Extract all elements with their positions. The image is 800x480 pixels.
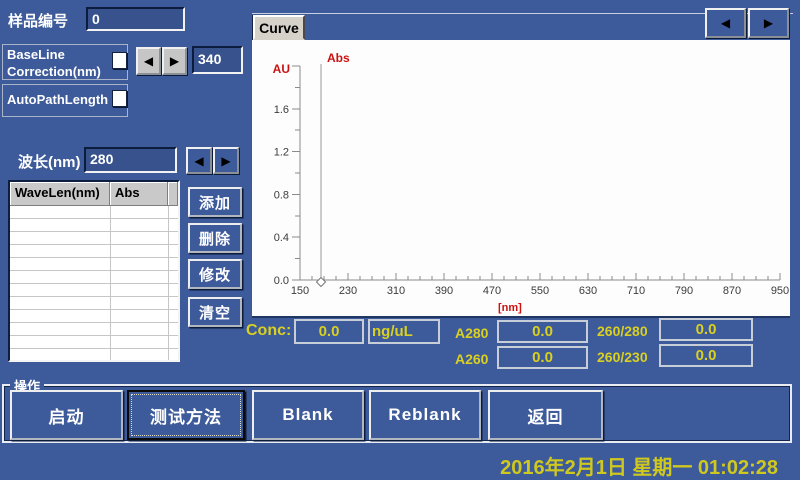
test-method-button[interactable]: 测试方法 <box>127 390 245 440</box>
baseline-increase-button[interactable]: ▶ <box>162 47 187 75</box>
sample-number-input[interactable]: 0 <box>86 7 185 31</box>
ratio-260-280-label: 260/280 <box>597 323 648 339</box>
autopathlength-labelbox: AutoPathLength <box>2 84 128 117</box>
clear-button[interactable]: 清空 <box>188 297 242 327</box>
ratio-260-230-label: 260/230 <box>597 349 648 365</box>
curve-chart: 0.0 0.4 0.8 1.2 1.6 150 230 310 390 470 550 630 710 7… <box>252 40 790 316</box>
left-arrow-icon: ◀ <box>144 55 153 67</box>
baseline-correction-checkbox[interactable] <box>112 52 127 69</box>
svg-text:310: 310 <box>387 285 405 297</box>
autopathlength-label: AutoPathLength <box>7 92 108 107</box>
svg-text:0.4: 0.4 <box>274 232 289 244</box>
svg-text:790: 790 <box>675 285 693 297</box>
sample-number-label: 样品编号 <box>8 10 68 31</box>
tab-scroll-right-button[interactable]: ▶ <box>748 8 789 38</box>
ratio-260-280-value: 0.0 <box>659 318 753 341</box>
add-button[interactable]: 添加 <box>188 187 242 217</box>
svg-text:630: 630 <box>579 285 597 297</box>
svg-text:870: 870 <box>723 285 741 297</box>
baseline-correction-label-line2: Correction(nm) <box>7 63 127 80</box>
reblank-button[interactable]: Reblank <box>369 390 481 440</box>
baseline-decrease-button[interactable]: ◀ <box>136 47 161 75</box>
wavelength-increase-button[interactable]: ▶ <box>213 147 239 174</box>
wavelength-table[interactable]: WaveLen(nm) Abs <box>8 180 180 362</box>
a280-value: 0.0 <box>497 320 588 343</box>
left-arrow-icon: ◀ <box>194 155 203 167</box>
column-header-abs: Abs <box>110 182 168 206</box>
autopathlength-checkbox[interactable] <box>112 90 127 107</box>
right-arrow-icon: ▶ <box>170 55 179 67</box>
column-header-wavelen: WaveLen(nm) <box>10 182 110 206</box>
svg-text:230: 230 <box>339 285 357 297</box>
svg-text:150: 150 <box>291 285 309 297</box>
svg-text:[nm]: [nm] <box>498 302 522 314</box>
table-column-divider <box>110 206 111 360</box>
table-column-divider <box>168 206 169 360</box>
wavelength-input[interactable]: 280 <box>84 147 177 173</box>
return-button[interactable]: 返回 <box>488 390 603 440</box>
column-header-spacer <box>168 182 178 206</box>
conc-label: Conc: <box>246 322 291 340</box>
baseline-value-input[interactable]: 340 <box>192 46 243 74</box>
svg-text:0.8: 0.8 <box>274 189 289 201</box>
wavelength-decrease-button[interactable]: ◀ <box>186 147 212 174</box>
svg-text:AU: AU <box>273 62 290 76</box>
ratio-260-230-value: 0.0 <box>659 344 753 367</box>
blank-button[interactable]: Blank <box>252 390 364 440</box>
tab-curve[interactable]: Curve <box>253 15 305 40</box>
svg-text:710: 710 <box>627 285 645 297</box>
modify-button[interactable]: 修改 <box>188 259 242 289</box>
right-arrow-icon: ▶ <box>764 17 773 29</box>
svg-text:390: 390 <box>435 285 453 297</box>
a260-label: A260 <box>455 351 488 367</box>
svg-text:950: 950 <box>771 285 789 297</box>
conc-value: 0.0 <box>294 319 364 344</box>
datetime-display: 2016年2月1日 星期一 01:02:28 <box>500 451 778 480</box>
left-arrow-icon: ◀ <box>721 17 730 29</box>
conc-unit[interactable]: ng/uL <box>368 319 440 344</box>
baseline-correction-label-line1: BaseLine <box>7 46 127 63</box>
delete-button[interactable]: 删除 <box>188 223 242 253</box>
curve-chart-panel: 0.0 0.4 0.8 1.2 1.6 150 230 310 390 470 550 630 710 7… <box>252 40 790 316</box>
a260-value: 0.0 <box>497 346 588 369</box>
wavelength-table-body[interactable] <box>10 206 178 360</box>
svg-text:470: 470 <box>483 285 501 297</box>
right-arrow-icon: ▶ <box>221 155 230 167</box>
wavelength-label: 波长(nm) <box>18 151 81 172</box>
tab-scroll-left-button[interactable]: ◀ <box>705 8 746 38</box>
svg-text:1.2: 1.2 <box>274 147 289 159</box>
wavelength-table-header: WaveLen(nm) Abs <box>10 182 178 206</box>
a280-label: A280 <box>455 325 488 341</box>
svg-text:0.0: 0.0 <box>274 275 289 287</box>
svg-text:Abs: Abs <box>327 51 350 65</box>
svg-text:550: 550 <box>531 285 549 297</box>
svg-text:1.6: 1.6 <box>274 104 289 116</box>
start-button[interactable]: 启动 <box>10 390 123 440</box>
baseline-correction-labelbox: BaseLine Correction(nm) <box>2 44 128 80</box>
